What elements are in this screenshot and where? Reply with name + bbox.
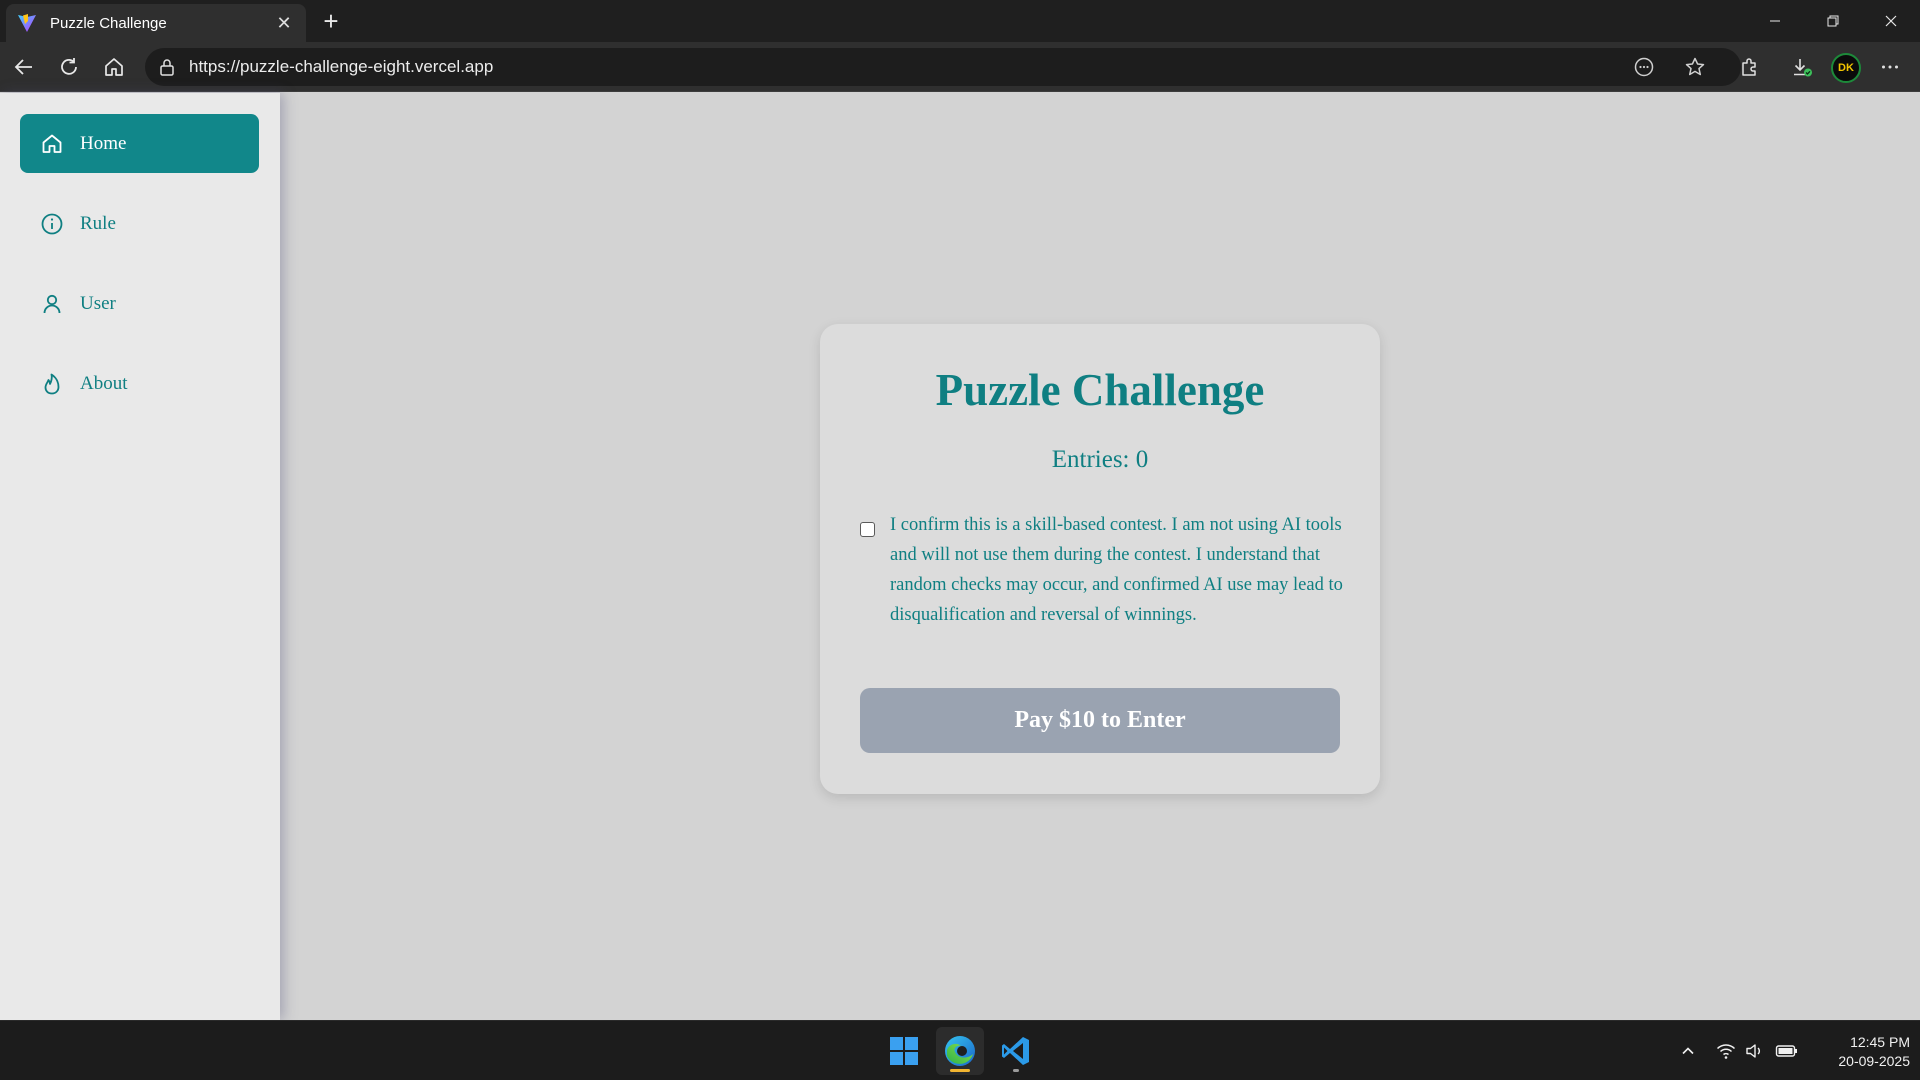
favorite-star-icon[interactable] — [1679, 51, 1711, 83]
back-arrow-icon[interactable] — [8, 51, 40, 83]
active-app-indicator — [950, 1069, 970, 1072]
info-icon — [40, 212, 64, 236]
sidebar-item-about[interactable]: About — [20, 354, 259, 413]
lock-icon[interactable] — [157, 57, 177, 77]
confirm-row: I confirm this is a skill-based contest.… — [860, 510, 1350, 630]
new-tab-button[interactable]: + — [316, 6, 346, 36]
vite-favicon-icon — [16, 12, 38, 34]
system-clock[interactable]: 12:45 PM 20-09-2025 — [1800, 1033, 1910, 1071]
minimize-icon[interactable] — [1746, 0, 1804, 42]
chevron-up-icon[interactable] — [1676, 1039, 1700, 1063]
extensions-icon[interactable] — [1733, 51, 1765, 83]
confirm-checkbox[interactable] — [860, 522, 875, 537]
challenge-card: Puzzle Challenge Entries: 0 I confirm th… — [820, 324, 1380, 794]
url-text[interactable]: https://puzzle-challenge-eight.vercel.ap… — [189, 57, 493, 77]
sidebar-item-label: User — [80, 292, 116, 314]
user-icon — [40, 292, 64, 316]
browser-titlebar: Puzzle Challenge ✕ + — [0, 0, 1920, 42]
vscode-icon[interactable] — [992, 1027, 1040, 1075]
profile-avatar[interactable]: DK — [1831, 53, 1861, 83]
home-icon — [40, 132, 64, 156]
sidebar-item-home[interactable]: Home — [20, 114, 259, 173]
close-window-icon[interactable] — [1862, 0, 1920, 42]
more-menu-icon[interactable] — [1874, 51, 1906, 83]
sidebar-item-rule[interactable]: Rule — [20, 194, 259, 253]
read-aloud-icon[interactable] — [1628, 51, 1660, 83]
reload-icon[interactable] — [53, 51, 85, 83]
clock-time: 12:45 PM — [1850, 1034, 1910, 1050]
wifi-icon[interactable] — [1714, 1039, 1738, 1063]
battery-icon[interactable] — [1775, 1039, 1799, 1063]
restore-icon[interactable] — [1804, 0, 1862, 42]
sidebar-item-user[interactable]: User — [20, 274, 259, 333]
home-browser-icon[interactable] — [98, 51, 130, 83]
volume-icon[interactable] — [1743, 1039, 1767, 1063]
sidebar-item-label: About — [80, 372, 128, 394]
browser-toolbar: https://puzzle-challenge-eight.vercel.ap… — [0, 42, 1920, 92]
tab-title: Puzzle Challenge — [50, 14, 167, 32]
clock-date: 20-09-2025 — [1838, 1053, 1910, 1069]
browser-tab[interactable]: Puzzle Challenge ✕ — [6, 4, 306, 42]
taskbar: 12:45 PM 20-09-2025 — [0, 1020, 1920, 1080]
windows-start-icon[interactable] — [880, 1027, 928, 1075]
confirm-label[interactable]: I confirm this is a skill-based contest.… — [890, 510, 1350, 630]
card-title: Puzzle Challenge — [935, 365, 1265, 415]
tab-close-icon[interactable]: ✕ — [272, 11, 296, 35]
pay-to-enter-button[interactable]: Pay $10 to Enter — [860, 688, 1340, 753]
sidebar: Home Rule User About — [0, 93, 280, 1020]
address-bar[interactable]: https://puzzle-challenge-eight.vercel.ap… — [145, 48, 1741, 86]
entries-count: Entries: 0 — [1051, 446, 1149, 473]
edge-icon[interactable] — [936, 1027, 984, 1075]
open-app-indicator — [1013, 1069, 1019, 1072]
downloads-icon[interactable] — [1786, 51, 1818, 83]
sidebar-item-label: Home — [80, 132, 127, 154]
sidebar-item-label: Rule — [80, 212, 116, 234]
flame-icon — [40, 372, 64, 396]
